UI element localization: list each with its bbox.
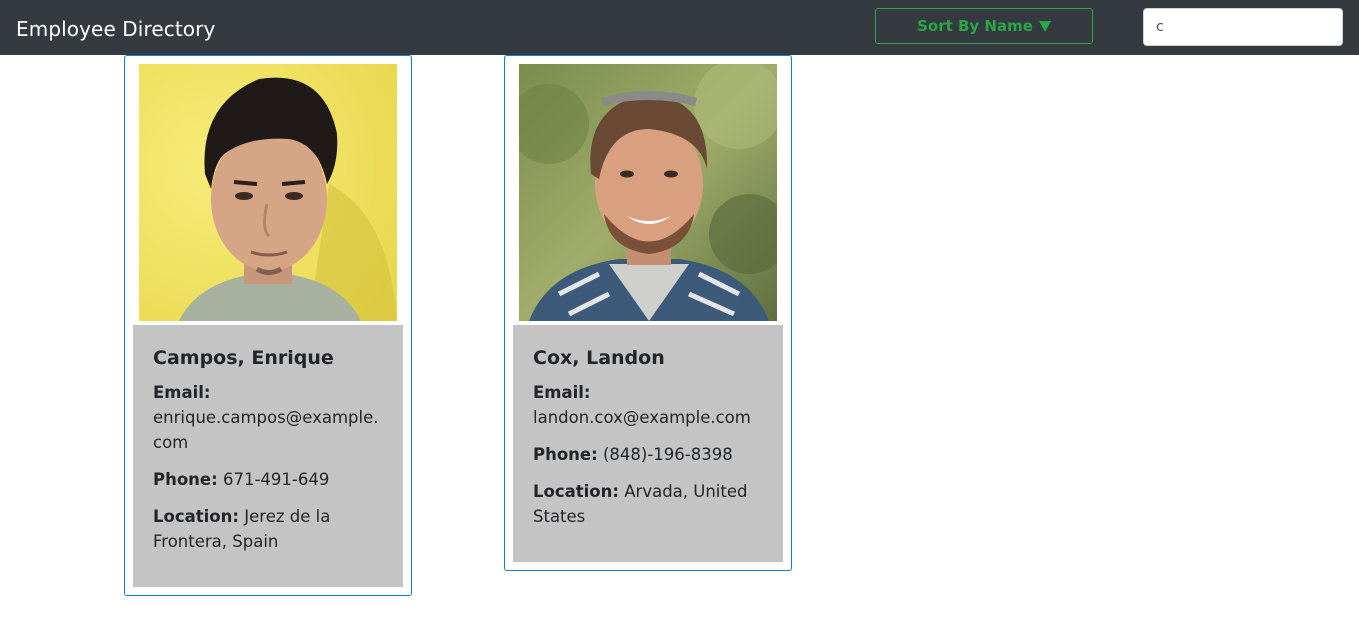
employee-info-panel: Campos, Enrique Email: enrique.campos@ex… bbox=[133, 325, 403, 587]
search-input[interactable] bbox=[1143, 8, 1343, 46]
phone-label: Phone: bbox=[153, 470, 218, 489]
employee-location: Location: Arvada, United States bbox=[533, 479, 763, 529]
employee-phone: Phone: (848)-196-8398 bbox=[533, 442, 763, 467]
sort-button-label: Sort By Name bbox=[917, 17, 1033, 35]
location-label: Location: bbox=[153, 507, 239, 526]
employee-email: Email: enrique.campos@example.com bbox=[153, 380, 383, 455]
location-label: Location: bbox=[533, 482, 619, 501]
employee-email: Email: landon.cox@example.com bbox=[533, 380, 763, 430]
employee-phone: Phone: 671-491-649 bbox=[153, 467, 383, 492]
employee-photo bbox=[139, 64, 397, 321]
employee-location: Location: Jerez de la Frontera, Spain bbox=[153, 504, 383, 554]
email-label: Email: bbox=[153, 383, 211, 402]
employee-card: Cox, Landon Email: landon.cox@example.co… bbox=[504, 55, 792, 571]
sort-by-name-button[interactable]: Sort By Name bbox=[875, 8, 1093, 44]
employee-photo bbox=[519, 64, 777, 321]
caret-down-icon bbox=[1038, 21, 1051, 32]
employee-card: Campos, Enrique Email: enrique.campos@ex… bbox=[124, 55, 412, 596]
employee-name: Campos, Enrique bbox=[153, 347, 334, 369]
brand-title[interactable]: Employee Directory bbox=[16, 16, 215, 42]
email-value: enrique.campos@example.com bbox=[153, 408, 379, 452]
phone-value: (848)-196-8398 bbox=[602, 445, 733, 464]
email-value: landon.cox@example.com bbox=[533, 408, 751, 427]
email-label: Email: bbox=[533, 383, 591, 402]
phone-label: Phone: bbox=[533, 445, 598, 464]
employee-name: Cox, Landon bbox=[533, 347, 665, 369]
navbar: Employee Directory Sort By Name bbox=[0, 0, 1359, 55]
employee-info-panel: Cox, Landon Email: landon.cox@example.co… bbox=[513, 325, 783, 562]
phone-value: 671-491-649 bbox=[222, 470, 330, 489]
